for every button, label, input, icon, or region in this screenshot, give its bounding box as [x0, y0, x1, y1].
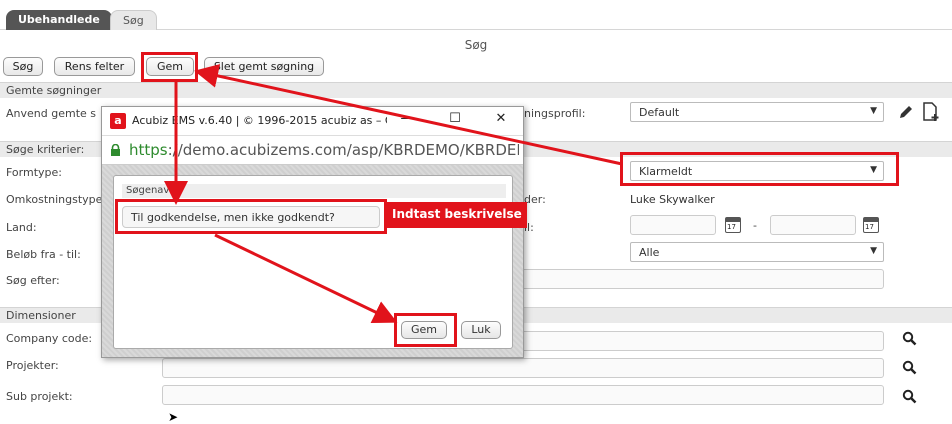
arrow-input-to-dialog-save [214, 233, 398, 324]
mouse-pointer-icon: ➤ [168, 410, 179, 424]
arrow-formtype-to-save [194, 64, 623, 166]
annotation-arrows [164, 64, 623, 324]
